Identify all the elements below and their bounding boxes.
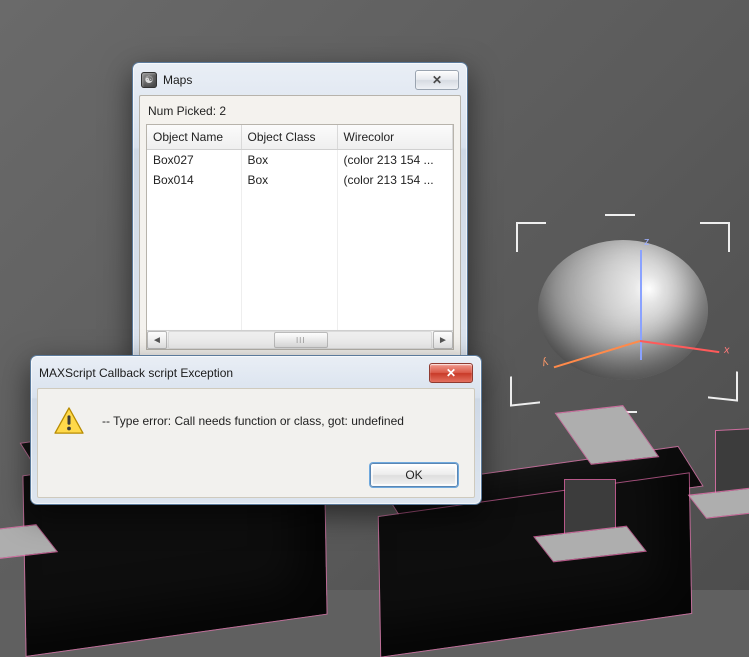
table-row: . (147, 210, 453, 230)
scroll-right-button[interactable]: ► (433, 331, 453, 349)
table-row: . (147, 230, 453, 250)
cell-object-class: Box (241, 170, 337, 190)
cell-wirecolor: (color 213 154 ... (337, 150, 453, 171)
col-header-object-class[interactable]: Object Class (241, 125, 337, 150)
cell-object-name: Box014 (147, 170, 241, 190)
col-header-wirecolor[interactable]: Wirecolor (337, 125, 453, 150)
close-icon: ✕ (432, 73, 442, 87)
error-message: -- Type error: Call needs function or cl… (102, 414, 404, 428)
table-row: . (147, 290, 453, 310)
selection-bracket (510, 373, 540, 406)
cell-wirecolor: (color 213 154 ... (337, 170, 453, 190)
titlebar[interactable]: ☯ Maps ✕ (139, 69, 461, 95)
table-row: . (147, 250, 453, 270)
titlebar[interactable]: MAXScript Callback script Exception ✕ (37, 362, 475, 388)
col-header-object-name[interactable]: Object Name (147, 125, 241, 150)
table-row: . (147, 190, 453, 210)
dialog-body: -- Type error: Call needs function or cl… (37, 388, 475, 498)
horizontal-scrollbar[interactable]: ◄ III ► (147, 330, 453, 349)
grip-icon: III (296, 336, 306, 345)
warning-icon (54, 407, 84, 435)
close-button[interactable]: ✕ (415, 70, 459, 90)
num-picked-label: Num Picked: 2 (146, 102, 454, 124)
ok-button[interactable]: OK (370, 463, 458, 487)
maps-panel: Num Picked: 2 Object Name Object Class W… (139, 95, 461, 357)
table-row: . (147, 270, 453, 290)
button-label: OK (405, 468, 422, 482)
selection-bracket (700, 222, 730, 252)
axis-z-icon (640, 250, 642, 360)
scroll-track[interactable]: III (168, 331, 432, 349)
app-icon: ☯ (141, 72, 157, 88)
maps-window[interactable]: ☯ Maps ✕ Num Picked: 2 Object Name Objec… (132, 62, 468, 364)
selection-bracket (708, 368, 738, 401)
close-icon: ✕ (446, 366, 456, 380)
error-dialog[interactable]: MAXScript Callback script Exception ✕ --… (30, 355, 482, 505)
close-button[interactable]: ✕ (429, 363, 473, 383)
window-title: MAXScript Callback script Exception (39, 366, 233, 380)
prop-box (556, 406, 658, 464)
prop-box (689, 488, 749, 517)
selection-bracket (605, 214, 635, 230)
scroll-thumb[interactable]: III (274, 332, 328, 348)
prop-box (716, 429, 749, 497)
window-title: Maps (163, 73, 192, 87)
sphere-object (538, 240, 708, 380)
table-row: . (147, 310, 453, 330)
chevron-left-icon: ◄ (152, 335, 162, 346)
selection-bracket (516, 222, 546, 252)
cell-object-class: Box (241, 150, 337, 171)
cell-object-name: Box027 (147, 150, 241, 171)
chevron-right-icon: ► (438, 335, 448, 346)
objects-table: Object Name Object Class Wirecolor Box02… (146, 124, 454, 350)
table-row[interactable]: Box014 Box (color 213 154 ... (147, 170, 453, 190)
table-row[interactable]: Box027 Box (color 213 154 ... (147, 150, 453, 171)
scroll-left-button[interactable]: ◄ (147, 331, 167, 349)
